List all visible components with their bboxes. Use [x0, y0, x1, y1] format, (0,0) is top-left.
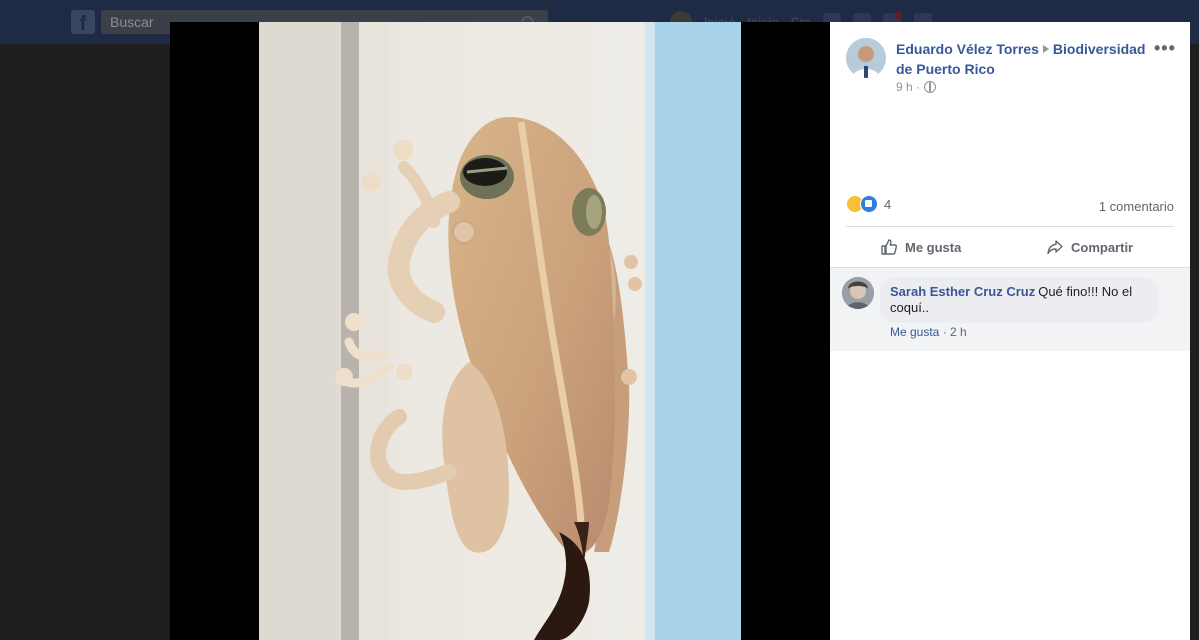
more-options-icon[interactable]: ••• — [1154, 38, 1176, 58]
commenter-avatar[interactable] — [842, 277, 874, 309]
post-side-panel: Eduardo Vélez Torres Biodiversidad de Pue… — [830, 22, 1190, 640]
author-avatar[interactable] — [846, 38, 886, 78]
frog-photo-illustration — [259, 22, 741, 640]
like-button-label: Me gusta — [905, 239, 962, 255]
author-avatar-image — [846, 38, 886, 78]
post-timestamp: 9 h · — [896, 80, 937, 94]
comment-bubble: Sarah Esther Cruz Cruz Qué fino!!! No el … — [880, 277, 1158, 323]
author-name-link[interactable]: Eduardo Vélez Torres — [896, 41, 1039, 57]
reactions-summary[interactable]: 4 — [846, 195, 891, 213]
comment-like-link[interactable]: Me gusta — [890, 325, 939, 339]
commenter-name-link[interactable]: Sarah Esther Cruz Cruz — [890, 284, 1035, 299]
divider — [846, 226, 1174, 227]
share-button[interactable]: Compartir — [1046, 236, 1133, 258]
thumbs-up-icon — [881, 239, 898, 255]
commenter-avatar-image — [842, 277, 874, 309]
comments-section: Sarah Esther Cruz Cruz Qué fino!!! No el … — [830, 267, 1190, 351]
globe-icon — [924, 81, 937, 93]
comment-count-link[interactable]: 1 comentario — [1099, 199, 1174, 214]
comment-time[interactable]: · 2 h — [943, 325, 967, 339]
share-arrow-icon — [1047, 240, 1063, 255]
page-edge-strip — [1190, 44, 1199, 640]
share-button-label: Compartir — [1071, 239, 1134, 255]
reaction-count: 4 — [884, 196, 892, 212]
post-time-text[interactable]: 9 h · — [896, 80, 920, 94]
shared-to-arrow-icon — [1042, 45, 1049, 53]
notification-badge — [894, 11, 902, 19]
post-photo[interactable] — [259, 22, 741, 640]
search-placeholder: Buscar — [110, 14, 154, 30]
photo-viewer — [170, 22, 830, 640]
comment-meta: Me gusta · 2 h — [890, 325, 967, 339]
facebook-logo-icon[interactable]: f — [71, 10, 95, 35]
like-reaction-icon — [860, 195, 878, 213]
post-header-title: Eduardo Vélez Torres Biodiversidad de Pue… — [896, 39, 1156, 79]
like-button[interactable]: Me gusta — [880, 236, 961, 258]
